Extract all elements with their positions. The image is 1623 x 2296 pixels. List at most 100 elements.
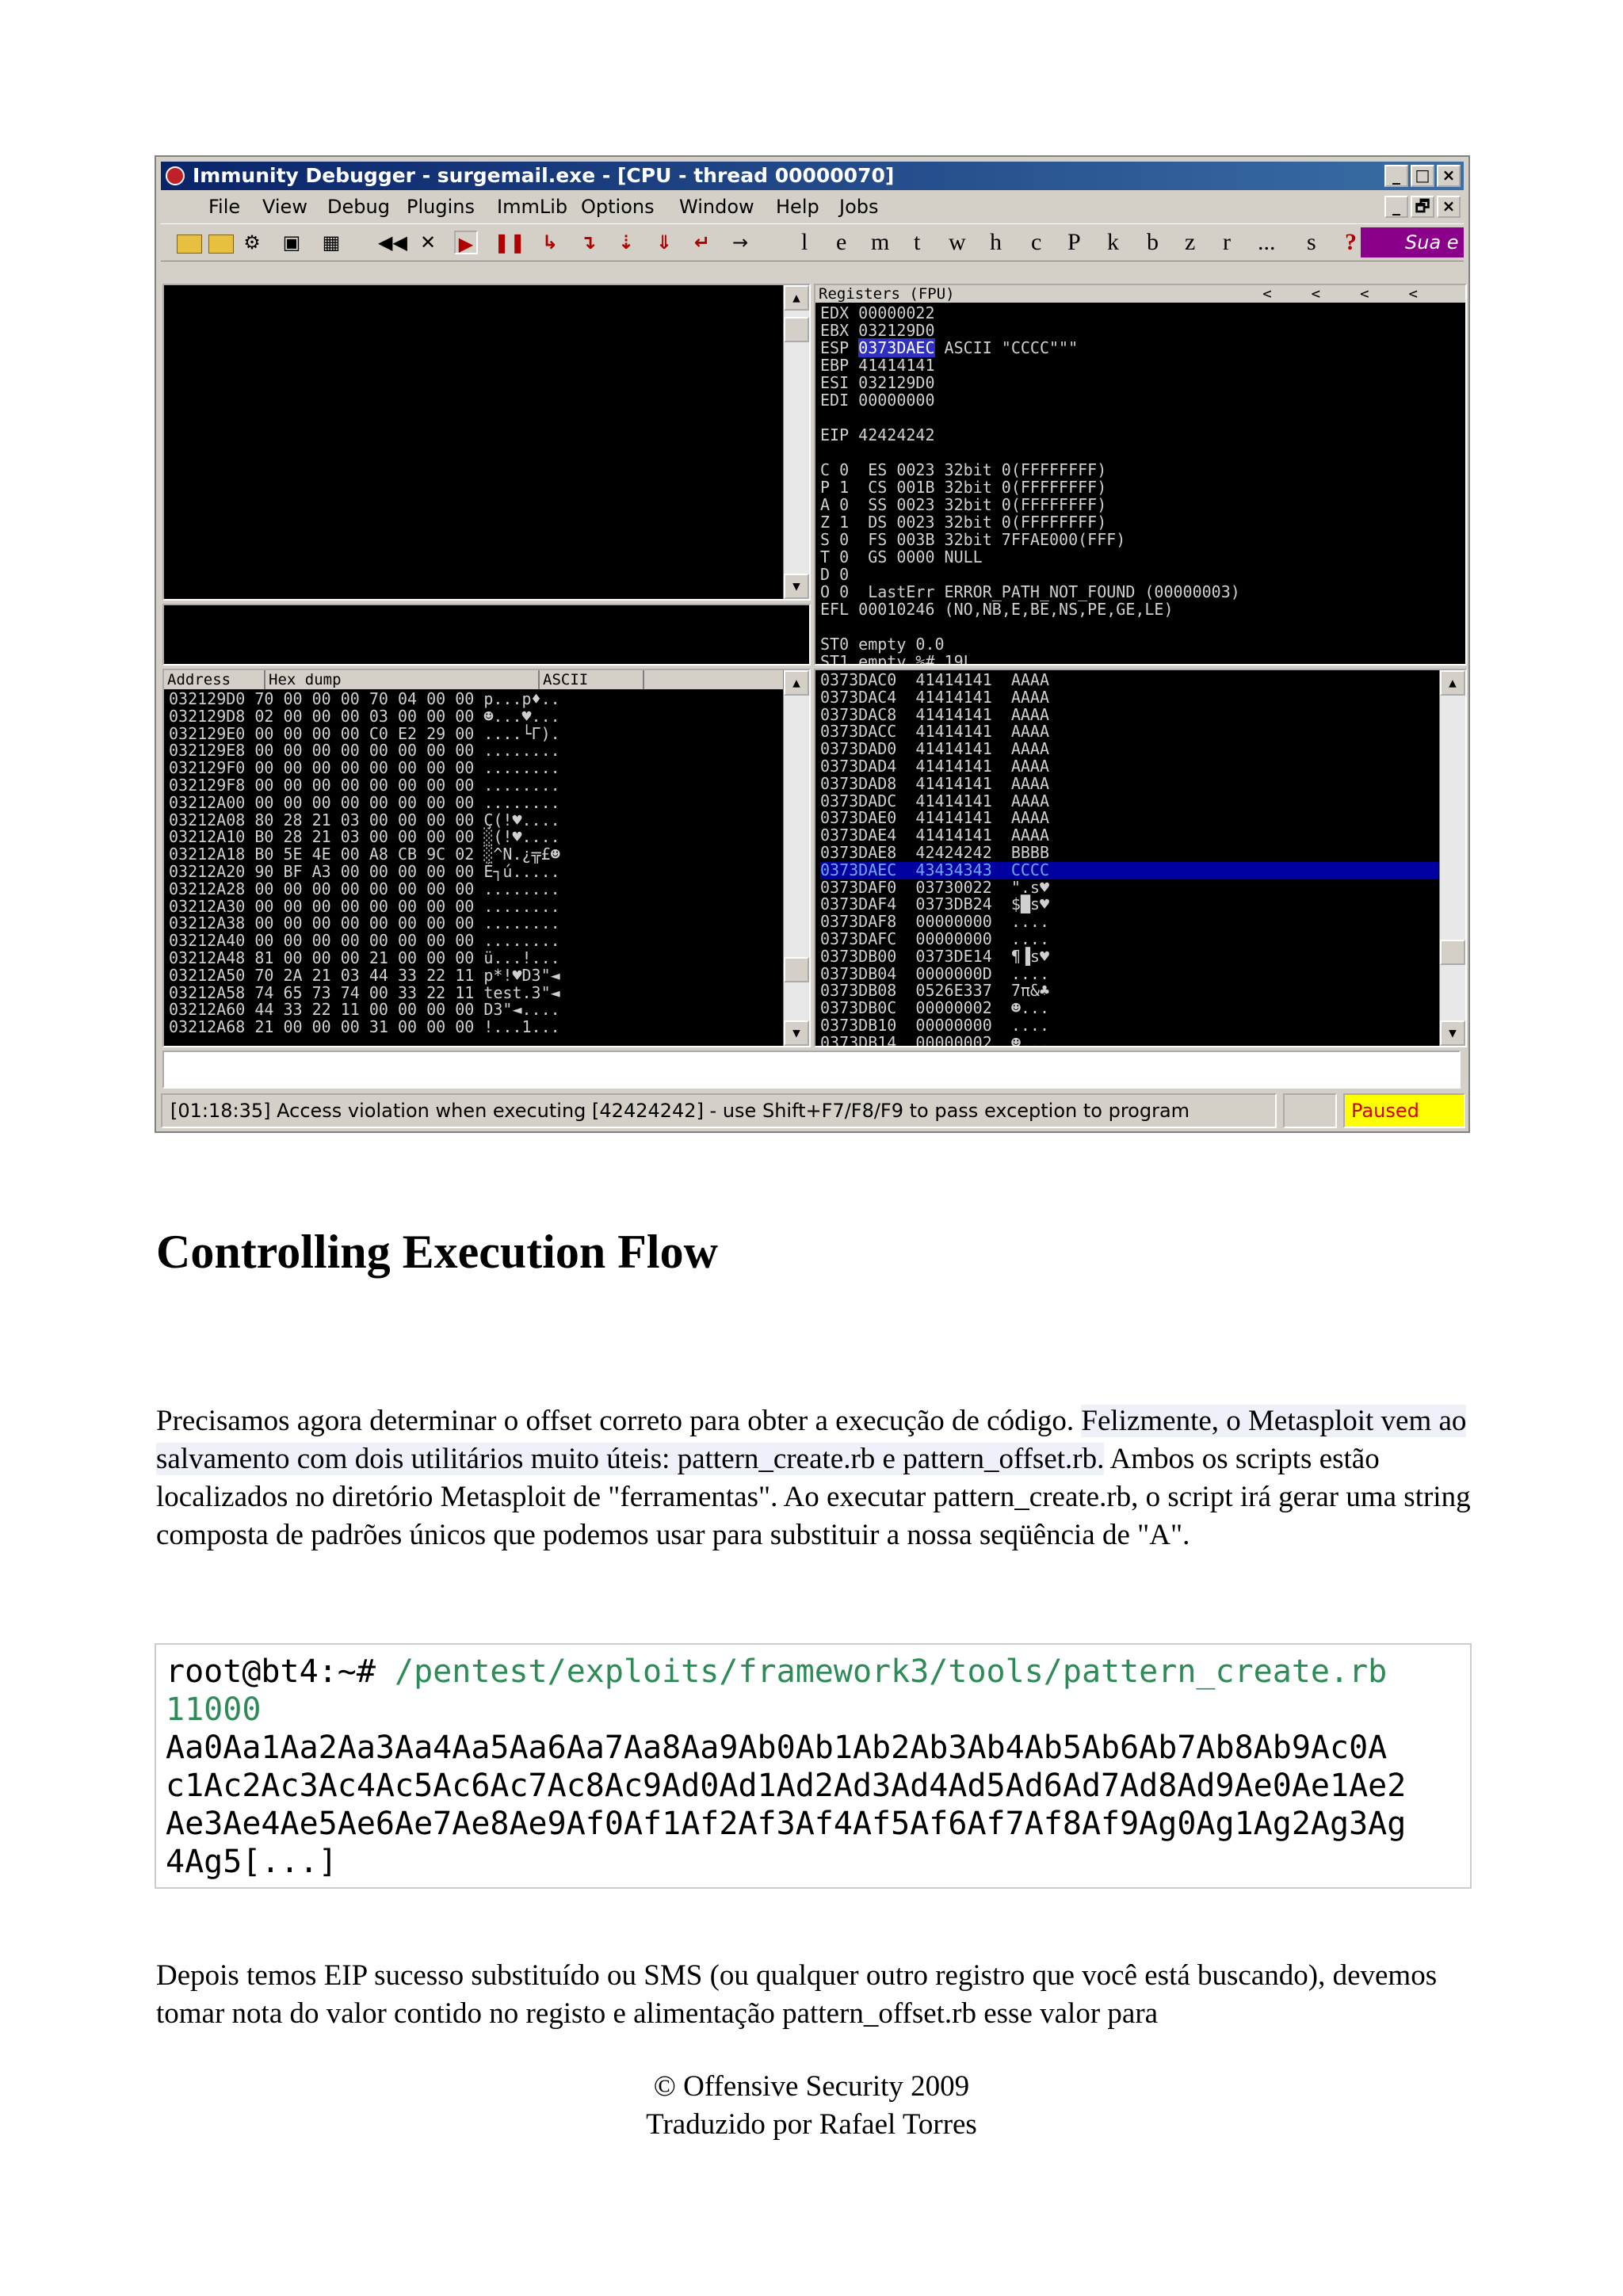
dump-row[interactable]: 03212A60 44 33 22 11 00 00 00 00 D3"◄...… xyxy=(169,1001,560,1019)
register-line[interactable]: EBP 41414141 xyxy=(820,357,935,374)
scroll-up-arrow[interactable]: ▲ xyxy=(784,285,809,311)
menu-window[interactable]: Window xyxy=(679,193,754,220)
registers-header-arrows[interactable]: <<<< xyxy=(1262,285,1457,303)
dump-row[interactable]: 03212A50 70 2A 21 03 44 33 22 11 p*!♥D3"… xyxy=(169,967,560,985)
log-window-icon[interactable]: ▣ xyxy=(280,231,304,254)
menu-help[interactable]: Help xyxy=(776,193,819,220)
dump-row[interactable]: 03212A28 00 00 00 00 00 00 00 00 .......… xyxy=(169,880,560,898)
tool-threads-letter[interactable]: t xyxy=(914,227,920,257)
dump-row[interactable]: 032129D8 02 00 00 00 03 00 00 00 ☻...♥..… xyxy=(169,707,560,726)
register-line[interactable]: C 0 ES 0023 32bit 0(FFFFFFFF) xyxy=(820,461,1106,479)
run-man-icon[interactable]: ⚙ xyxy=(240,231,264,254)
dump-row[interactable]: 032129F8 00 00 00 00 00 00 00 00 .......… xyxy=(169,776,560,795)
dump-row[interactable]: 032129D0 70 00 00 00 70 04 00 00 p...p♦.… xyxy=(169,690,560,708)
child-restore-button[interactable]: 🗗 xyxy=(1411,196,1434,218)
child-close-button[interactable]: × xyxy=(1437,196,1461,218)
dump-row[interactable]: 03212A18 B0 5E 4E 00 A8 CB 9C 02 ░^N.¿╦£… xyxy=(169,845,560,864)
tool-memory-letter[interactable]: m xyxy=(871,227,889,257)
dump-col-ascii[interactable]: ASCII xyxy=(540,670,644,689)
register-line[interactable]: EIP 42424242 xyxy=(820,426,935,444)
stack-row[interactable]: 0373DB04 0000000D .... xyxy=(820,965,1438,983)
close-button[interactable]: × xyxy=(1437,165,1461,187)
tool-patches-letter[interactable]: P xyxy=(1067,227,1081,257)
scroll-up-arrow[interactable]: ▲ xyxy=(1440,670,1465,696)
dump-row[interactable]: 032129E0 00 00 00 00 C0 E2 29 00 ....└Γ)… xyxy=(169,725,560,743)
stack-row[interactable]: 0373DAF0 03730022 ".s♥ xyxy=(820,879,1438,897)
scroll-down-arrow[interactable]: ▼ xyxy=(1440,1020,1465,1046)
scroll-thumb[interactable] xyxy=(784,317,809,342)
restart-icon[interactable]: ◀◀ xyxy=(378,231,407,254)
register-line[interactable]: EDI 00000000 xyxy=(820,391,935,409)
dump-scrollbar[interactable]: ▲ ▼ xyxy=(783,670,809,1046)
register-line[interactable]: S 0 FS 003B 32bit 7FFAE000(FFF) xyxy=(820,531,1125,548)
dump-pane[interactable]: Address Hex dump ASCII 032129D0 70 00 00… xyxy=(162,669,811,1047)
tool-z-letter[interactable]: z xyxy=(1185,227,1195,257)
tool-windows-letter[interactable]: w xyxy=(949,227,966,257)
register-line[interactable]: P 1 CS 001B 32bit 0(FFFFFFFF) xyxy=(820,479,1106,496)
menu-debug[interactable]: Debug xyxy=(327,193,390,220)
stack-row[interactable]: 0373DAE8 42424242 BBBB xyxy=(820,844,1438,862)
stack-row[interactable]: 0373DB10 00000000 .... xyxy=(820,1016,1438,1035)
stack-row[interactable]: 0373DAC4 41414141 AAAA xyxy=(820,688,1438,707)
register-line[interactable]: ESI 032129D0 xyxy=(820,374,935,391)
stack-row[interactable]: 0373DB00 0373DE14 ¶▐s♥ xyxy=(820,948,1438,966)
stack-row[interactable]: 0373DADC 41414141 AAAA xyxy=(820,792,1438,810)
menu-view[interactable]: View xyxy=(262,193,307,220)
dump-row[interactable]: 03212A48 81 00 00 00 21 00 00 00 ü...!..… xyxy=(169,949,560,967)
dump-row[interactable]: 03212A30 00 00 00 00 00 00 00 00 .......… xyxy=(169,898,560,916)
dump-col-hex[interactable]: Hex dump xyxy=(265,670,540,689)
dump-row[interactable]: 032129F0 00 00 00 00 00 00 00 00 .......… xyxy=(169,759,560,777)
dump-row[interactable]: 03212A58 74 65 73 74 00 33 22 11 test.3"… xyxy=(169,984,560,1002)
tool-breakpoints-letter[interactable]: b xyxy=(1147,227,1159,257)
menu-options[interactable]: Options xyxy=(581,193,655,220)
stack-row[interactable]: 0373DAD8 41414141 AAAA xyxy=(820,775,1438,793)
step-into-icon[interactable]: ↳ xyxy=(538,231,562,254)
trace-into-icon[interactable]: ⇣ xyxy=(614,231,638,254)
command-input[interactable] xyxy=(162,1051,1461,1089)
stack-row[interactable]: 0373DACC 41414141 AAAA xyxy=(820,723,1438,741)
dump-row[interactable]: 03212A00 00 00 00 00 00 00 00 00 .......… xyxy=(169,794,560,812)
stack-row[interactable]: 0373DAC8 41414141 AAAA xyxy=(820,706,1438,724)
disassembly-scrollbar[interactable]: ▲ ▼ xyxy=(783,285,809,599)
tool-log-letter[interactable]: l xyxy=(801,227,808,257)
pause-icon[interactable]: ❚❚ xyxy=(494,231,525,254)
scroll-up-arrow[interactable]: ▲ xyxy=(784,670,809,696)
register-line[interactable]: EDX 00000022 xyxy=(820,304,935,322)
attach-folder-icon[interactable] xyxy=(208,235,234,254)
tool-callstack-letter[interactable]: k xyxy=(1107,227,1119,257)
stack-row[interactable]: 0373DAF4 0373DB24 $█s♥ xyxy=(820,896,1438,913)
tool-run-trace-letter[interactable]: ... xyxy=(1258,227,1276,257)
stack-row[interactable]: 0373DAFC 00000000 .... xyxy=(820,930,1438,948)
register-line[interactable]: EBX 032129D0 xyxy=(820,322,935,339)
register-line[interactable]: O 0 LastErr ERROR_PATH_NOT_FOUND (000000… xyxy=(820,583,1240,601)
minimize-button[interactable]: _ xyxy=(1384,165,1408,187)
register-line[interactable]: ST0 empty 0.0 xyxy=(820,635,945,653)
go-to-icon[interactable]: → xyxy=(728,231,752,254)
register-line[interactable]: EFL 00010246 (NO,NB,E,BE,NS,PE,GE,LE) xyxy=(820,601,1174,618)
register-line[interactable]: Z 1 DS 0023 32bit 0(FFFFFFFF) xyxy=(820,513,1106,531)
tool-help-letter[interactable]: ? xyxy=(1345,227,1357,257)
menu-immlib[interactable]: ImmLib xyxy=(497,193,567,220)
stack-row[interactable]: 0373DAE0 41414141 AAAA xyxy=(820,810,1438,827)
scroll-down-arrow[interactable]: ▼ xyxy=(784,1020,809,1046)
child-minimize-button[interactable]: _ xyxy=(1384,196,1408,218)
stack-row[interactable]: 0373DAE4 41414141 AAAA xyxy=(820,826,1438,845)
execute-till-return-icon[interactable]: ↵ xyxy=(690,231,714,254)
dump-row[interactable]: 03212A10 B0 28 21 03 00 00 00 00 ░(!♥...… xyxy=(169,829,560,846)
tool-cpu-letter[interactable]: c xyxy=(1031,227,1041,257)
register-line[interactable]: ESP 0373DAEC ASCII "CCCC""" xyxy=(820,338,1078,357)
dump-row[interactable]: 03212A20 90 BF A3 00 00 00 00 00 É┐ú....… xyxy=(169,863,560,881)
stack-row-selected[interactable]: 0373DAEC 43434343 CCCC xyxy=(820,861,1438,879)
menu-plugins[interactable]: Plugins xyxy=(407,193,475,220)
maximize-button[interactable]: □ xyxy=(1411,165,1434,187)
scroll-thumb[interactable] xyxy=(784,957,809,982)
stack-row[interactable]: 0373DAF8 00000000 .... xyxy=(820,913,1438,931)
register-line[interactable]: T 0 GS 0000 NULL xyxy=(820,548,983,566)
dump-col-address[interactable]: Address xyxy=(164,670,265,689)
dump-row[interactable]: 032129E8 00 00 00 00 00 00 00 00 .......… xyxy=(169,742,560,760)
stack-row[interactable]: 0373DB08 0526E337 7π&♣ xyxy=(820,982,1438,1000)
tool-handles-letter[interactable]: h xyxy=(990,227,1002,257)
tool-source-letter[interactable]: s xyxy=(1307,227,1316,257)
open-folder-icon[interactable] xyxy=(177,235,202,254)
disassembly-pane[interactable]: ▲ ▼ xyxy=(162,284,811,601)
